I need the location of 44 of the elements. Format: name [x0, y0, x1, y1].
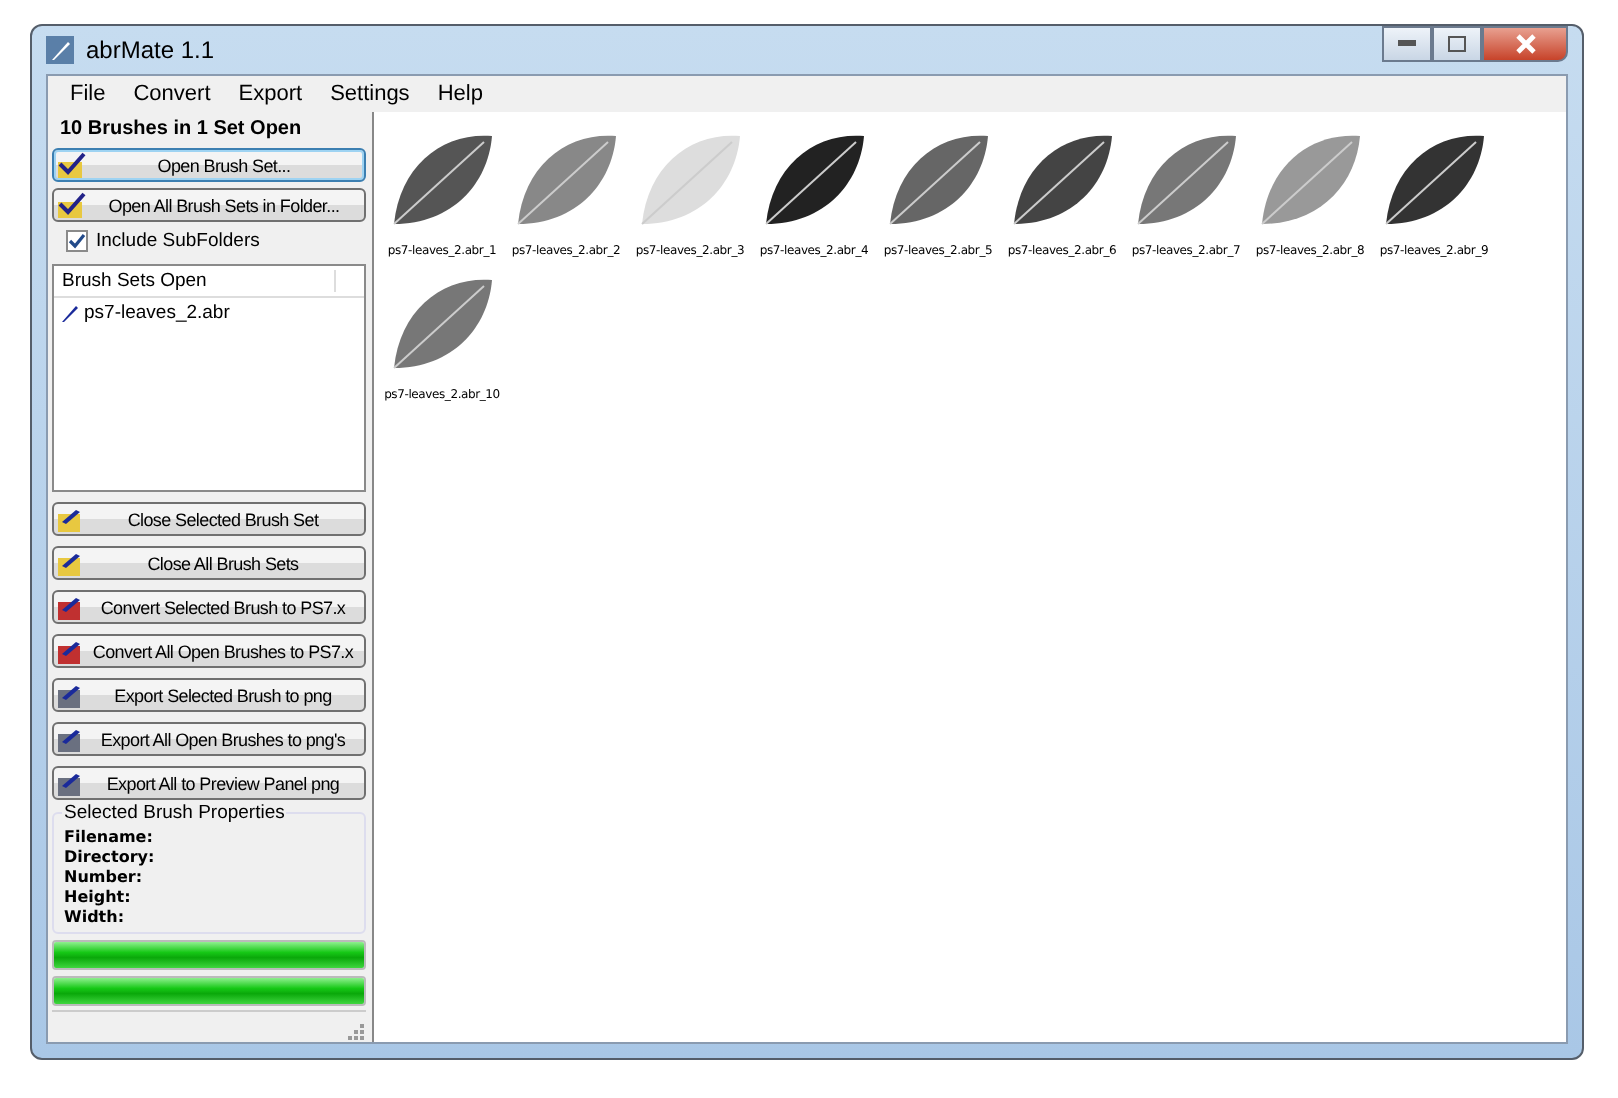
open-button[interactable]: Open All Brush Sets in Folder... — [52, 188, 366, 222]
brush-icon — [60, 303, 80, 323]
open-button[interactable]: Open Brush Set... — [52, 148, 366, 182]
brush-icon — [46, 36, 74, 64]
column-header[interactable]: Brush Sets Open — [54, 270, 336, 292]
close-button[interactable] — [1482, 26, 1568, 62]
action-button[interactable]: Close All Brush Sets — [52, 546, 366, 580]
property-label: Directory: — [64, 848, 157, 868]
folder-check-icon — [58, 152, 86, 178]
property-label: Height: — [64, 888, 133, 908]
maximize-button[interactable] — [1432, 26, 1482, 62]
brush-icon — [58, 507, 84, 531]
menu-item[interactable]: File — [56, 82, 120, 106]
brush-icon — [58, 683, 84, 707]
minimize-button[interactable] — [1382, 26, 1432, 62]
folder-check-icon — [58, 192, 86, 218]
brush-count-heading: 10 Brushes in 1 Set Open — [58, 116, 304, 142]
resize-grip-icon[interactable] — [348, 1024, 364, 1040]
action-button[interactable]: Export All Open Brushes to png's — [52, 722, 366, 756]
action-button[interactable]: Close Selected Brush Set — [52, 502, 366, 536]
action-button[interactable]: Convert Selected Brush to PS7.x — [52, 590, 366, 624]
brush-icon — [58, 551, 84, 575]
property-label: Number: — [64, 868, 145, 888]
brush-icon — [58, 595, 84, 619]
menu-item[interactable]: Settings — [316, 82, 424, 106]
menu-item[interactable]: Convert — [119, 82, 225, 106]
brush-icon — [58, 639, 84, 663]
group-title: Selected Brush Properties — [62, 802, 287, 824]
property-label: Filename: — [64, 828, 155, 848]
brush-icon — [58, 727, 84, 751]
action-button[interactable]: Export All to Preview Panel png — [52, 766, 366, 800]
brush-icon — [58, 771, 84, 795]
list-item[interactable]: ps7-leaves_2.abr — [54, 298, 364, 328]
close-icon — [1515, 34, 1535, 54]
action-button[interactable]: Convert All Open Brushes to PS7.x — [52, 634, 366, 668]
minimize-icon — [1398, 40, 1416, 48]
action-button[interactable]: Export Selected Brush to png — [52, 678, 366, 712]
maximize-icon — [1448, 36, 1466, 52]
checkbox-label: Include SubFolders — [96, 230, 260, 252]
menu-item[interactable]: Export — [224, 82, 317, 106]
property-label: Width: — [64, 908, 127, 928]
menu-item[interactable]: Help — [423, 82, 497, 106]
checkbox[interactable] — [66, 230, 88, 252]
window-title: abrMate 1.1 — [86, 36, 215, 64]
